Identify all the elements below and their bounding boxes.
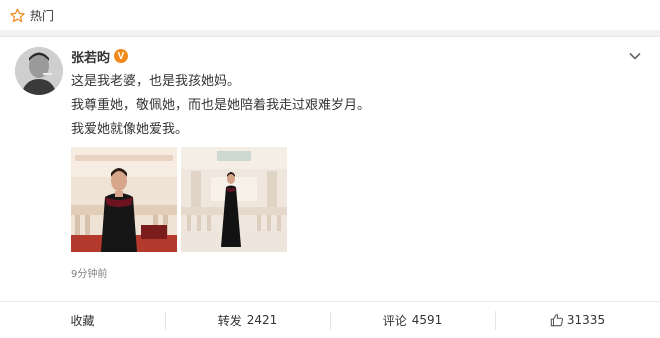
- action-bar: 收藏 转发 2421 评论 4591 31335: [0, 301, 660, 338]
- comment-button[interactable]: 评论 4591: [330, 302, 495, 338]
- thumbs-up-icon: [550, 314, 563, 327]
- post-photo-2[interactable]: [181, 147, 287, 252]
- post-text: 这是我老婆，也是我孩她妈。 我尊重她，敬佩她，而也是她陪着我走过艰难岁月。 我爱…: [71, 70, 631, 142]
- like-button[interactable]: 31335: [495, 302, 660, 338]
- post-text-line: 我爱她就像她爱我。: [71, 122, 189, 137]
- hot-section-header[interactable]: 热门: [0, 0, 660, 30]
- avatar[interactable]: [15, 47, 63, 95]
- favorite-button[interactable]: 收藏: [0, 302, 165, 338]
- photo-grid: [71, 147, 287, 252]
- post-timestamp[interactable]: 9分钟前: [71, 265, 107, 280]
- author-name[interactable]: 张若昀: [71, 47, 110, 66]
- repost-count: 2421: [246, 313, 278, 327]
- verified-badge-icon: V: [114, 49, 129, 63]
- repost-label: 转发: [217, 313, 242, 328]
- comment-label: 评论: [382, 313, 407, 328]
- chevron-down-icon[interactable]: [628, 49, 642, 63]
- hot-section-label: 热门: [30, 8, 55, 23]
- post-text-line: 我尊重她，敬佩她，而也是她陪着我走过艰难岁月。: [71, 98, 371, 113]
- author-row: 张若昀 V: [71, 47, 129, 66]
- like-count: 31335: [566, 313, 606, 327]
- star-outline-icon: [10, 8, 25, 22]
- repost-button[interactable]: 转发 2421: [165, 302, 330, 338]
- post-card: 张若昀 V 这是我老婆，也是我孩她妈。 我尊重她，敬佩她，而也是她陪着我走过艰难…: [0, 36, 660, 338]
- favorite-label: 收藏: [70, 313, 95, 328]
- comment-count: 4591: [411, 313, 443, 327]
- post-photo-1[interactable]: [71, 147, 177, 252]
- post-text-line: 这是我老婆，也是我孩她妈。: [71, 74, 241, 89]
